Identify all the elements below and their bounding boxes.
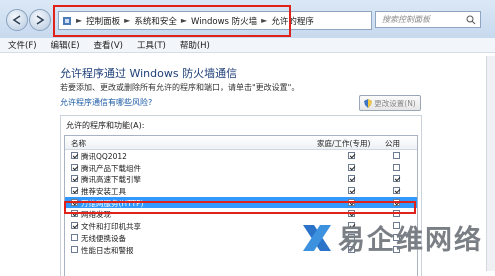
chevron-icon: ► xyxy=(124,16,131,25)
back-button[interactable] xyxy=(6,9,28,31)
program-name: 无线便携设备 xyxy=(81,233,126,243)
control-panel-icon xyxy=(63,16,71,25)
home-checkbox[interactable] xyxy=(348,163,355,171)
breadcrumb-allowed-programs[interactable]: 允许的程序 xyxy=(271,15,314,27)
back-arrow-icon xyxy=(12,15,21,25)
enabled-checkbox[interactable] xyxy=(71,245,78,253)
table-row[interactable]: 腾讯QQ2012 xyxy=(65,150,417,162)
public-checkbox[interactable] xyxy=(393,175,400,183)
program-name: 网络发现 xyxy=(81,210,111,220)
enabled-checkbox[interactable] xyxy=(71,222,78,230)
watermark-logo: 易企维网络 xyxy=(300,218,483,257)
chevron-icon: ► xyxy=(261,16,268,25)
change-settings-label: 更改设置(N) xyxy=(374,98,416,108)
menu-edit[interactable]: 编辑(E) xyxy=(51,39,80,51)
program-name: 万维网服务(HTTP) xyxy=(81,198,144,208)
home-checkbox[interactable] xyxy=(348,198,355,206)
table-row[interactable]: 推荐安装工具 xyxy=(65,185,417,197)
public-checkbox[interactable] xyxy=(393,152,400,159)
menu-tools[interactable]: 工具(T) xyxy=(137,39,166,51)
group-label: 允许的程序和功能(A): xyxy=(66,121,145,130)
program-name: 文件和打印机共享 xyxy=(81,222,141,232)
address-bar-area: ► 控制面板 ► 系统和安全 ► Windows 防火墙 ► 允许的程序 搜索控… xyxy=(0,0,495,39)
enabled-checkbox[interactable] xyxy=(71,187,78,195)
window-scrollbar[interactable] xyxy=(486,56,495,271)
column-name[interactable]: 名称 xyxy=(71,138,86,149)
menu-file[interactable]: 文件(F) xyxy=(8,39,37,51)
column-home[interactable]: 家庭/工作(专用) xyxy=(317,138,370,149)
home-checkbox[interactable] xyxy=(348,210,355,218)
enabled-checkbox[interactable] xyxy=(71,210,78,218)
table-header: 名称 家庭/工作(专用) 公用 xyxy=(65,136,417,150)
home-checkbox[interactable] xyxy=(348,152,355,159)
search-input[interactable]: 搜索控制面板 xyxy=(375,11,481,28)
menu-help[interactable]: 帮助(H) xyxy=(180,39,210,51)
public-checkbox[interactable] xyxy=(393,198,400,206)
program-name: 推荐安装工具 xyxy=(81,187,126,197)
forward-arrow-icon xyxy=(36,15,45,25)
public-checkbox[interactable] xyxy=(393,187,400,195)
watermark-x-icon xyxy=(303,224,331,251)
search-placeholder: 搜索控制面板 xyxy=(382,15,430,24)
menu-bar: 文件(F) 编辑(E) 查看(V) 工具(T) 帮助(H) xyxy=(0,38,495,53)
enabled-checkbox[interactable] xyxy=(71,198,78,206)
program-name: 腾讯产品下载组件 xyxy=(81,163,141,173)
breadcrumb[interactable]: ► 控制面板 ► 系统和安全 ► Windows 防火墙 ► 允许的程序 xyxy=(58,11,372,30)
table-row[interactable]: 腾讯产品下载组件 xyxy=(65,162,417,174)
home-checkbox[interactable] xyxy=(348,187,355,195)
column-public[interactable]: 公用 xyxy=(385,138,400,149)
menu-view[interactable]: 查看(V) xyxy=(94,39,123,51)
enabled-checkbox[interactable] xyxy=(71,163,78,171)
public-checkbox[interactable] xyxy=(393,163,400,171)
watermark-text: 易企维网络 xyxy=(338,225,483,256)
program-name: 腾讯高速下载引擎 xyxy=(81,175,141,185)
breadcrumb-control-panel[interactable]: 控制面板 xyxy=(86,15,120,27)
table-row[interactable]: 万维网服务(HTTP) xyxy=(65,196,417,209)
enabled-checkbox[interactable] xyxy=(71,175,78,183)
home-checkbox[interactable] xyxy=(348,175,355,183)
table-row[interactable]: 腾讯高速下载引擎 xyxy=(65,173,417,185)
risk-link[interactable]: 允许程序通信有哪些风险? xyxy=(60,97,152,108)
chevron-icon: ► xyxy=(180,16,187,25)
shield-icon xyxy=(364,98,373,108)
breadcrumb-system-security[interactable]: 系统和安全 xyxy=(134,15,177,27)
change-settings-button[interactable]: 更改设置(N) xyxy=(359,95,421,111)
forward-button[interactable] xyxy=(29,9,51,31)
page-description: 若要添加、更改或删除所有允许的程序和端口，请单击"更改设置"。 xyxy=(60,83,300,92)
program-name: 腾讯QQ2012 xyxy=(81,152,127,161)
page-title: 允许程序通过 Windows 防火墙通信 xyxy=(60,67,238,80)
enabled-checkbox[interactable] xyxy=(71,152,78,159)
chevron-icon: ► xyxy=(76,16,83,25)
breadcrumb-firewall[interactable]: Windows 防火墙 xyxy=(191,15,257,27)
search-icon[interactable] xyxy=(466,15,476,25)
program-name: 性能日志和警报 xyxy=(81,245,134,255)
enabled-checkbox[interactable] xyxy=(71,233,78,241)
public-checkbox[interactable] xyxy=(393,210,400,218)
